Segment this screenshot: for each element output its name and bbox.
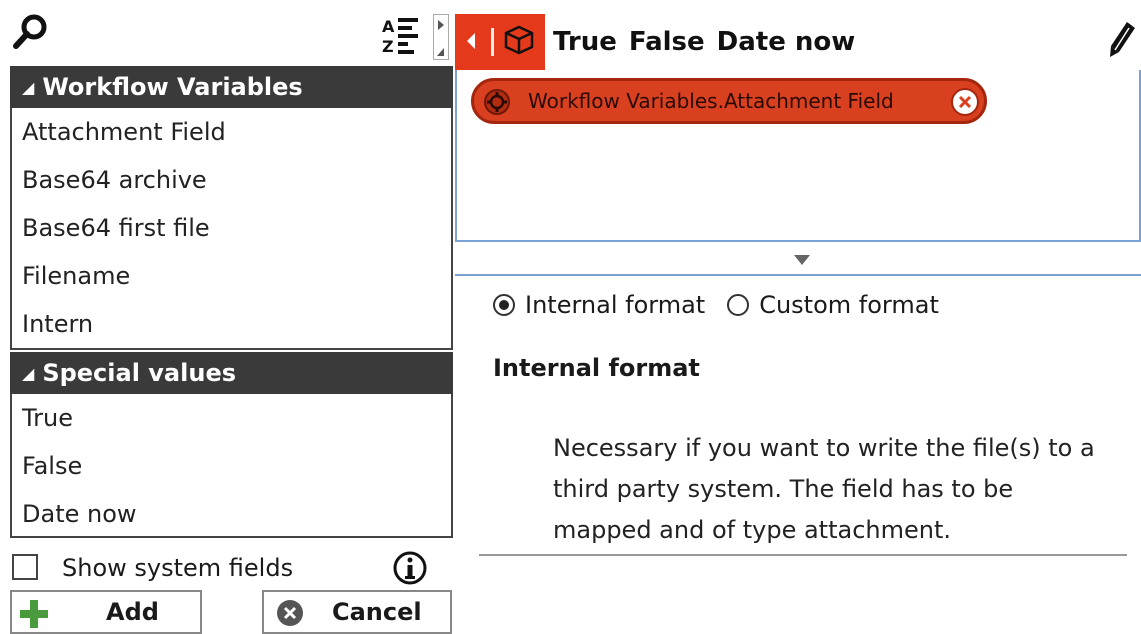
cancel-button-label: Cancel: [332, 598, 422, 626]
group-special-values: ◢ Special values True False Date now: [10, 352, 453, 538]
list-item[interactable]: Intern: [12, 300, 451, 348]
group-header[interactable]: ◢ Special values: [10, 352, 453, 394]
list-item[interactable]: True: [12, 394, 451, 442]
nav-divider: [491, 28, 494, 56]
search-bar: A Z: [0, 0, 455, 64]
group-title: Special values: [42, 359, 236, 387]
custom-format-radio[interactable]: [727, 294, 750, 316]
format-description: Necessary if you want to write the file(…: [553, 434, 1095, 544]
pencil-icon[interactable]: [1107, 20, 1137, 60]
list-item[interactable]: False: [12, 442, 451, 490]
field-picker-panel: A Z ◢ Workflow Variables Attachment Field…: [0, 0, 455, 634]
plus-icon: [20, 600, 48, 628]
list-item[interactable]: Filename: [12, 252, 451, 300]
box-icon[interactable]: [503, 24, 535, 56]
add-button[interactable]: Add: [10, 590, 202, 634]
internal-format-label[interactable]: Internal format: [525, 291, 705, 319]
show-system-fields-label: Show system fields: [62, 554, 294, 582]
list-item[interactable]: Attachment Field: [12, 108, 451, 156]
add-button-label: Add: [106, 598, 159, 626]
svg-text:A: A: [382, 17, 395, 36]
info-icon[interactable]: [392, 550, 428, 586]
collapse-bar[interactable]: [455, 244, 1141, 276]
group-header[interactable]: ◢ Workflow Variables: [10, 66, 453, 108]
sort-az-icon[interactable]: A Z: [380, 14, 430, 58]
show-system-fields-checkbox[interactable]: [12, 554, 38, 580]
token-list: True False Date now: [553, 14, 867, 70]
internal-format-radio[interactable]: [493, 294, 515, 316]
format-title: Internal format: [493, 354, 700, 382]
svg-text:Z: Z: [382, 37, 394, 56]
field-chip[interactable]: Workflow Variables.Attachment Field: [471, 78, 987, 124]
token-true[interactable]: True: [553, 27, 617, 57]
cancel-button[interactable]: Cancel: [262, 590, 452, 634]
sort-scroll-arrows[interactable]: [433, 14, 449, 60]
list-item[interactable]: Date now: [12, 490, 451, 538]
chevron-left-icon[interactable]: [463, 30, 479, 52]
group-title: Workflow Variables: [42, 73, 303, 101]
list-item[interactable]: Base64 archive: [12, 156, 451, 204]
token-false[interactable]: False: [629, 27, 705, 57]
format-radio-group: Internal format Custom format: [493, 282, 939, 328]
expression-area[interactable]: Workflow Variables.Attachment Field: [455, 70, 1141, 242]
group-workflow-variables: ◢ Workflow Variables Attachment Field Bas…: [10, 66, 453, 350]
custom-format-label[interactable]: Custom format: [759, 291, 939, 319]
search-icon[interactable]: [10, 12, 50, 52]
expression-editor: True False Date now Workflow Variables.Att…: [455, 0, 1141, 631]
field-chip-label: Workflow Variables.Attachment Field: [528, 89, 894, 113]
cancel-icon: [277, 600, 303, 626]
list-item[interactable]: Base64 first file: [12, 204, 451, 252]
gear-icon[interactable]: [482, 87, 512, 117]
token-date-now[interactable]: Date now: [717, 27, 856, 57]
show-system-fields-row: Show system fields: [10, 548, 453, 588]
divider: [479, 554, 1127, 556]
chevron-down-icon[interactable]: [793, 252, 811, 266]
close-icon[interactable]: [950, 87, 980, 117]
token-nav[interactable]: [455, 14, 545, 70]
